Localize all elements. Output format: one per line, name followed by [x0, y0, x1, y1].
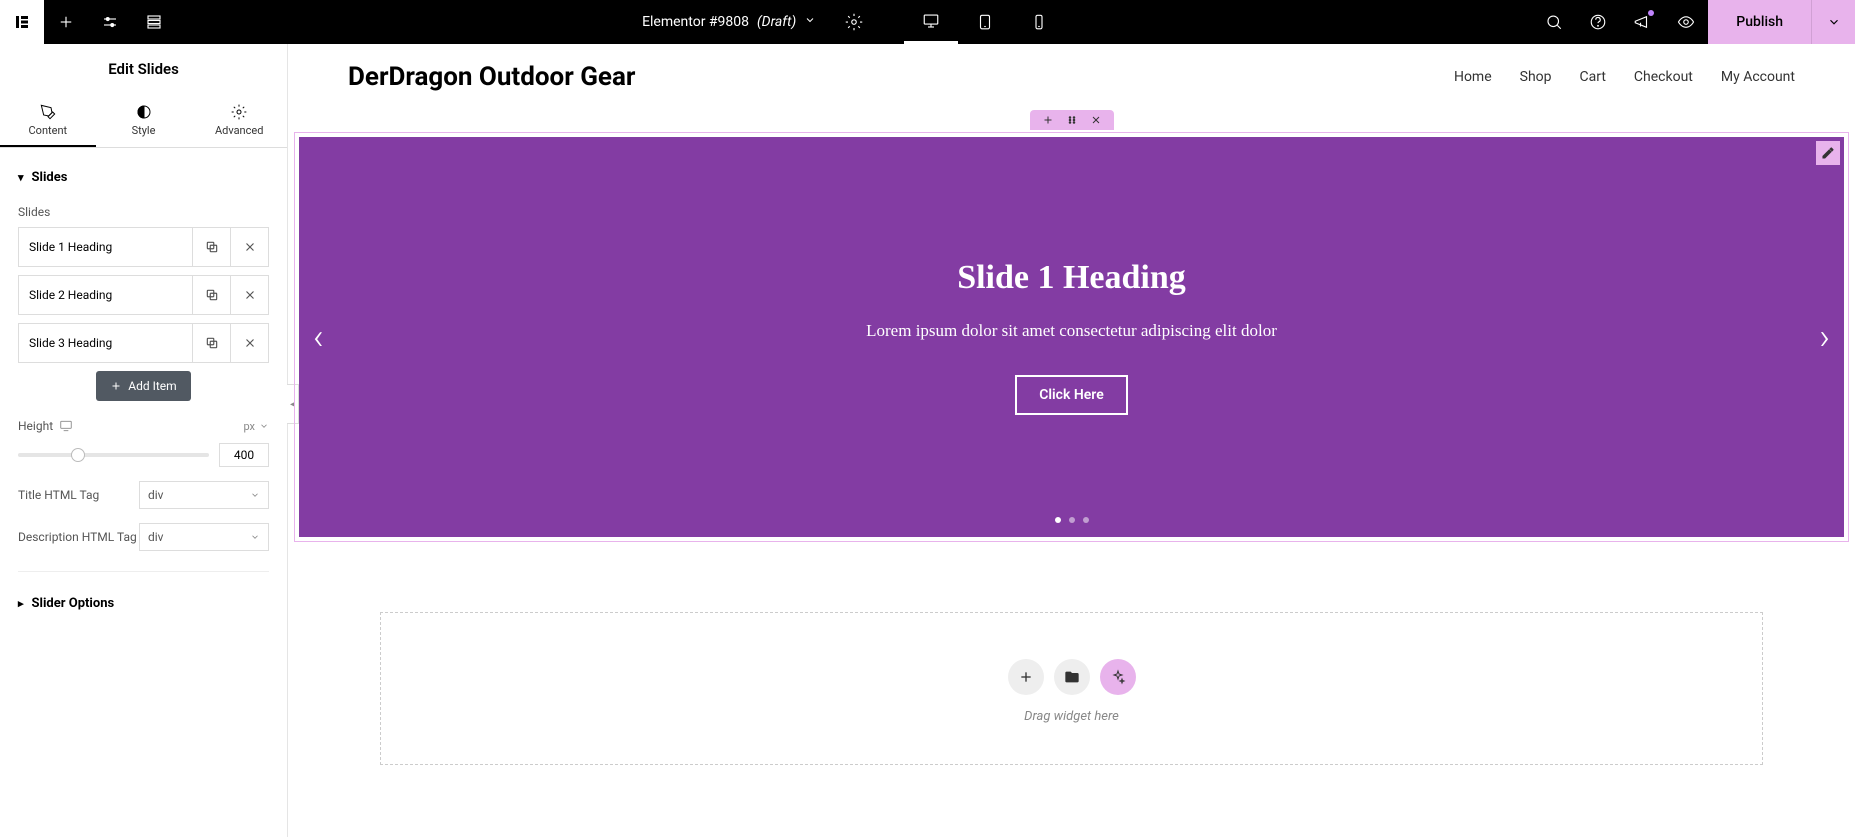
- remove-icon[interactable]: [230, 228, 268, 266]
- topbar-right: Publish: [1532, 0, 1855, 44]
- unit-selector[interactable]: px: [243, 420, 269, 433]
- publish-button[interactable]: Publish: [1708, 0, 1811, 44]
- add-element-button[interactable]: [44, 0, 88, 44]
- slide-description: Lorem ipsum dolor sit amet consectetur a…: [866, 321, 1277, 341]
- site-nav: Home Shop Cart Checkout My Account: [1454, 69, 1795, 85]
- topbar: Elementor #9808 (Draft): [0, 0, 1855, 44]
- publish-options-caret[interactable]: [1811, 0, 1855, 44]
- slide-item: Slide 1 Heading: [18, 227, 269, 267]
- slide-item: Slide 3 Heading: [18, 323, 269, 363]
- drag-icon[interactable]: [1066, 114, 1078, 126]
- title-tag-row: Title HTML Tag div: [18, 481, 269, 509]
- slider-thumb[interactable]: [71, 448, 85, 462]
- title-tag-select[interactable]: div: [139, 481, 269, 509]
- preview-canvas: DerDragon Outdoor Gear Home Shop Cart Ch…: [288, 44, 1855, 837]
- help-button[interactable]: [1576, 0, 1620, 44]
- edit-widget-button[interactable]: [1816, 141, 1840, 165]
- widget-handle: [1030, 110, 1114, 130]
- nav-item[interactable]: My Account: [1721, 69, 1795, 85]
- height-input[interactable]: [219, 443, 269, 467]
- height-slider-row: [18, 443, 269, 467]
- height-slider[interactable]: [18, 453, 209, 457]
- duplicate-icon[interactable]: [192, 324, 230, 362]
- tab-content[interactable]: Content: [0, 94, 96, 147]
- drop-hint-text: Drag widget here: [1024, 709, 1119, 724]
- desc-tag-row: Description HTML Tag div: [18, 523, 269, 551]
- tab-advanced[interactable]: Advanced: [191, 94, 287, 147]
- pagination-dot[interactable]: [1083, 517, 1089, 523]
- nav-item[interactable]: Cart: [1580, 69, 1606, 85]
- tab-style[interactable]: Style: [96, 94, 192, 147]
- slide-item-label[interactable]: Slide 2 Heading: [19, 278, 192, 312]
- finder-search-button[interactable]: [1532, 0, 1576, 44]
- doc-dropdown-caret[interactable]: [804, 14, 816, 30]
- slide-item-label[interactable]: Slide 3 Heading: [19, 326, 192, 360]
- ai-button[interactable]: [1100, 659, 1136, 695]
- pagination-dot[interactable]: [1055, 517, 1061, 523]
- site-header: DerDragon Outdoor Gear Home Shop Cart Ch…: [288, 44, 1855, 110]
- add-item-button[interactable]: Add Item: [96, 371, 190, 401]
- preview-button[interactable]: [1664, 0, 1708, 44]
- height-label: Height: [18, 419, 53, 433]
- template-library-button[interactable]: [1054, 659, 1090, 695]
- widget-handle-bar: [288, 110, 1855, 132]
- section-slides-header[interactable]: Slides: [18, 162, 269, 193]
- nav-item[interactable]: Shop: [1520, 69, 1552, 85]
- nav-item[interactable]: Checkout: [1634, 69, 1693, 85]
- document-status: (Draft): [757, 14, 796, 30]
- slides-field-label: Slides: [18, 205, 269, 219]
- page-settings-button[interactable]: [832, 0, 876, 44]
- slide-item-label[interactable]: Slide 1 Heading: [19, 230, 192, 264]
- editor-sidebar: Edit Slides Content Style Advanced Slide…: [0, 44, 288, 837]
- device-desktop[interactable]: [904, 0, 958, 44]
- responsive-tabs: [904, 0, 1066, 44]
- sidebar-title: Edit Slides: [0, 44, 287, 94]
- topbar-center: Elementor #9808 (Draft): [176, 0, 1532, 44]
- pagination-dot[interactable]: [1069, 517, 1075, 523]
- slide-content: ‹ Slide 1 Heading Lorem ipsum dolor sit …: [299, 137, 1844, 537]
- topbar-left: [0, 0, 176, 44]
- nav-item[interactable]: Home: [1454, 69, 1492, 85]
- prev-arrow-icon[interactable]: ‹: [313, 316, 324, 358]
- slides-widget[interactable]: ‹ Slide 1 Heading Lorem ipsum dolor sit …: [294, 132, 1849, 542]
- close-icon[interactable]: [1090, 114, 1102, 126]
- desc-tag-select[interactable]: div: [139, 523, 269, 551]
- document-name: Elementor #9808: [642, 14, 749, 30]
- drop-buttons: [1008, 659, 1136, 695]
- duplicate-icon[interactable]: [192, 228, 230, 266]
- elementor-logo[interactable]: [0, 0, 44, 44]
- slide-heading: Slide 1 Heading: [957, 259, 1186, 297]
- device-mobile[interactable]: [1012, 0, 1066, 44]
- sidebar-body: Slides Slides Slide 1 Heading Slide 2 He…: [0, 148, 287, 837]
- remove-icon[interactable]: [230, 324, 268, 362]
- site-settings-button[interactable]: [88, 0, 132, 44]
- responsive-icon[interactable]: [59, 419, 73, 433]
- sidebar-tabs: Content Style Advanced: [0, 94, 287, 148]
- site-title: DerDragon Outdoor Gear: [348, 62, 635, 92]
- duplicate-icon[interactable]: [192, 276, 230, 314]
- empty-container-drop-area[interactable]: Drag widget here: [380, 612, 1763, 765]
- add-widget-button[interactable]: [1008, 659, 1044, 695]
- section-slider-options-header[interactable]: Slider Options: [18, 588, 269, 619]
- add-icon[interactable]: [1042, 114, 1054, 126]
- device-tablet[interactable]: [958, 0, 1012, 44]
- slide-item: Slide 2 Heading: [18, 275, 269, 315]
- whats-new-button[interactable]: [1620, 0, 1664, 44]
- height-control: Height px: [18, 419, 269, 433]
- pagination-dots: [1055, 517, 1089, 523]
- remove-icon[interactable]: [230, 276, 268, 314]
- slide-cta-button[interactable]: Click Here: [1015, 375, 1127, 415]
- next-arrow-icon[interactable]: ›: [1819, 316, 1830, 358]
- structure-button[interactable]: [132, 0, 176, 44]
